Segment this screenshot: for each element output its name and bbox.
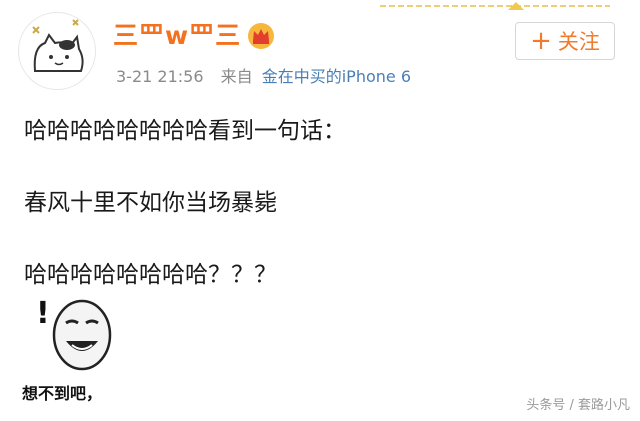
watermark: 头条号 / 套路小凡 (526, 398, 630, 413)
follow-label: 关注 (557, 30, 600, 54)
follow-button[interactable]: + 关注 (515, 22, 615, 60)
plus-icon: + (530, 26, 552, 56)
username[interactable]: 三罒w罒三 (113, 18, 241, 54)
top-decoration (380, 2, 610, 10)
post-text-line-1: 哈哈哈哈哈哈哈哈看到一句话： (24, 118, 346, 144)
source-device-link[interactable]: 金在中买的iPhone 6 (262, 67, 411, 86)
exclaim-mark: ! (36, 296, 50, 331)
post-text-line-2: 春风十里不如你当场暴毙 (24, 190, 277, 216)
source-label: 来自 (220, 67, 253, 86)
meme-sticker-image[interactable]: ! 想不到吧， (20, 289, 132, 411)
crown-icon (248, 23, 274, 49)
meme-caption: 想不到吧， (22, 384, 103, 403)
laughing-face-icon: ! (36, 296, 112, 371)
post-meta: 3-21 21:56 来自 金在中买的iPhone 6 (116, 63, 411, 87)
post-time: 3-21 21:56 (116, 67, 204, 86)
avatar[interactable] (18, 12, 96, 90)
cat-avatar-icon (19, 13, 95, 89)
post-text-line-3: 哈哈哈哈哈哈哈哈？？？ (24, 262, 277, 288)
